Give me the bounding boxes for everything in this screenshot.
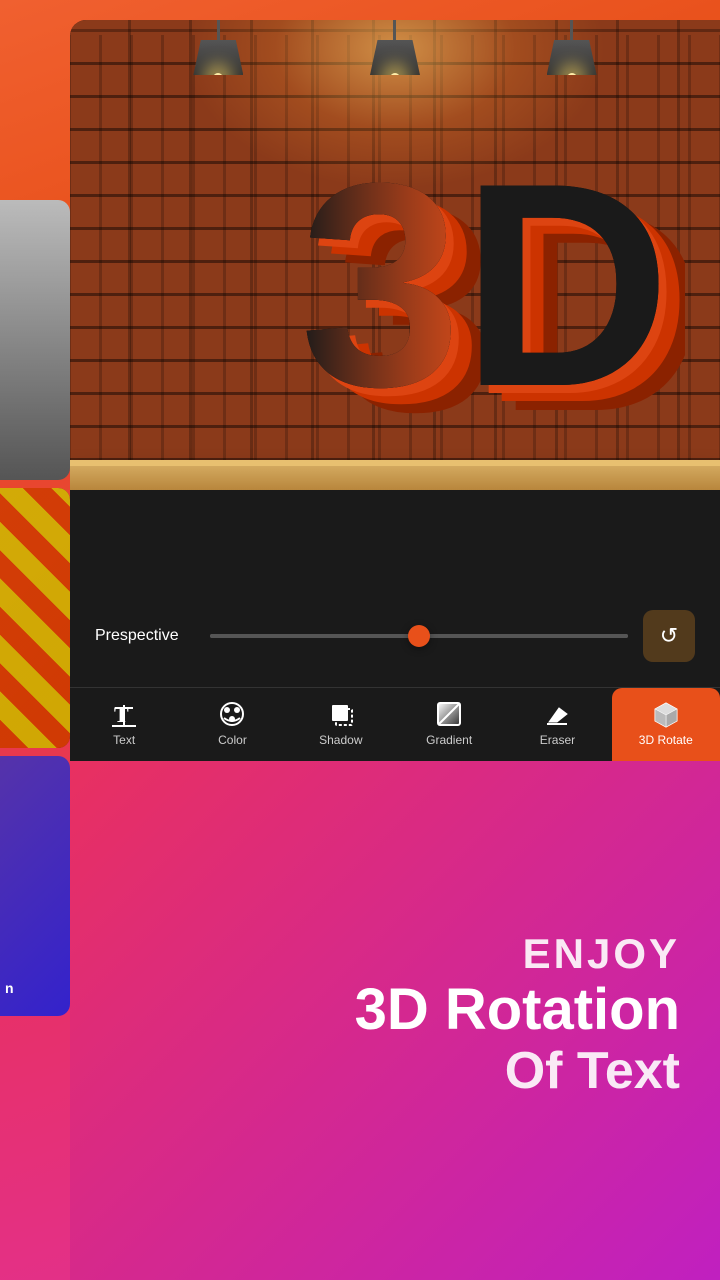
gradient-icon [435,700,463,728]
controls-area: Prespective ↺ [70,590,720,687]
perspective-slider[interactable] [210,634,628,638]
text-icon: T [110,700,138,728]
left-card-bot-text: n [5,980,14,996]
left-card-mid [0,488,70,748]
lamp-cord-2 [393,20,396,40]
perspective-row: Prespective ↺ [95,610,695,662]
toolbar-item-gradient[interactable]: Gradient [395,688,503,761]
shadow-icon [327,700,355,728]
color-icon [218,700,246,728]
canvas-area: 3D 3D 3D 3D 3D 3D [70,20,720,590]
phone-screen: 3D 3D 3D 3D 3D 3D [70,20,720,1280]
toolbar-item-shadow[interactable]: Shadow [287,688,395,761]
svg-text:T: T [114,702,129,727]
toolbar-3d-rotate-label: 3D Rotate [639,733,693,747]
reset-icon: ↺ [660,623,678,649]
lamp-shade-1 [193,40,243,75]
left-card-top [0,200,70,480]
lamps-container [70,20,720,100]
slider-thumb[interactable] [408,625,430,647]
lamp-shade-2 [370,40,420,75]
left-card-bot: n [0,756,70,1016]
toolbar-item-text[interactable]: T Text [70,688,178,761]
lamp-2 [370,20,420,100]
lamp-cord-3 [570,20,573,40]
toolbar: T Text Color Shadow [70,687,720,761]
enjoy-text: ENJOY [523,930,680,978]
left-cards-container: n [0,200,70,1016]
promo-section: ENJOY 3D Rotation Of Text [70,761,720,1280]
3d-text-container: 3D 3D 3D 3D 3D 3D [100,90,690,430]
toolbar-item-eraser[interactable]: Eraser [503,688,611,761]
toolbar-shadow-label: Shadow [319,733,362,747]
lamp-1 [193,20,243,100]
lamp-cord-1 [217,20,220,40]
lamp-shade-3 [547,40,597,75]
toolbar-text-label: Text [113,733,135,747]
floor [70,490,720,590]
toolbar-item-color[interactable]: Color [178,688,286,761]
toolbar-gradient-label: Gradient [426,733,472,747]
perspective-label: Prespective [95,627,195,645]
3d-rotate-icon [652,700,680,728]
rotation-text: 3D Rotation [355,978,680,1042]
of-text-text: Of Text [505,1041,680,1101]
lamp-3 [547,20,597,100]
reset-button[interactable]: ↺ [643,610,695,662]
shelf [70,465,720,490]
toolbar-color-label: Color [218,733,247,747]
toolbar-item-3d-rotate[interactable]: 3D Rotate [612,688,720,761]
eraser-icon [543,700,571,728]
3d-text-svg: 3D 3D 3D 3D 3D 3D [105,90,685,430]
toolbar-eraser-label: Eraser [540,733,575,747]
